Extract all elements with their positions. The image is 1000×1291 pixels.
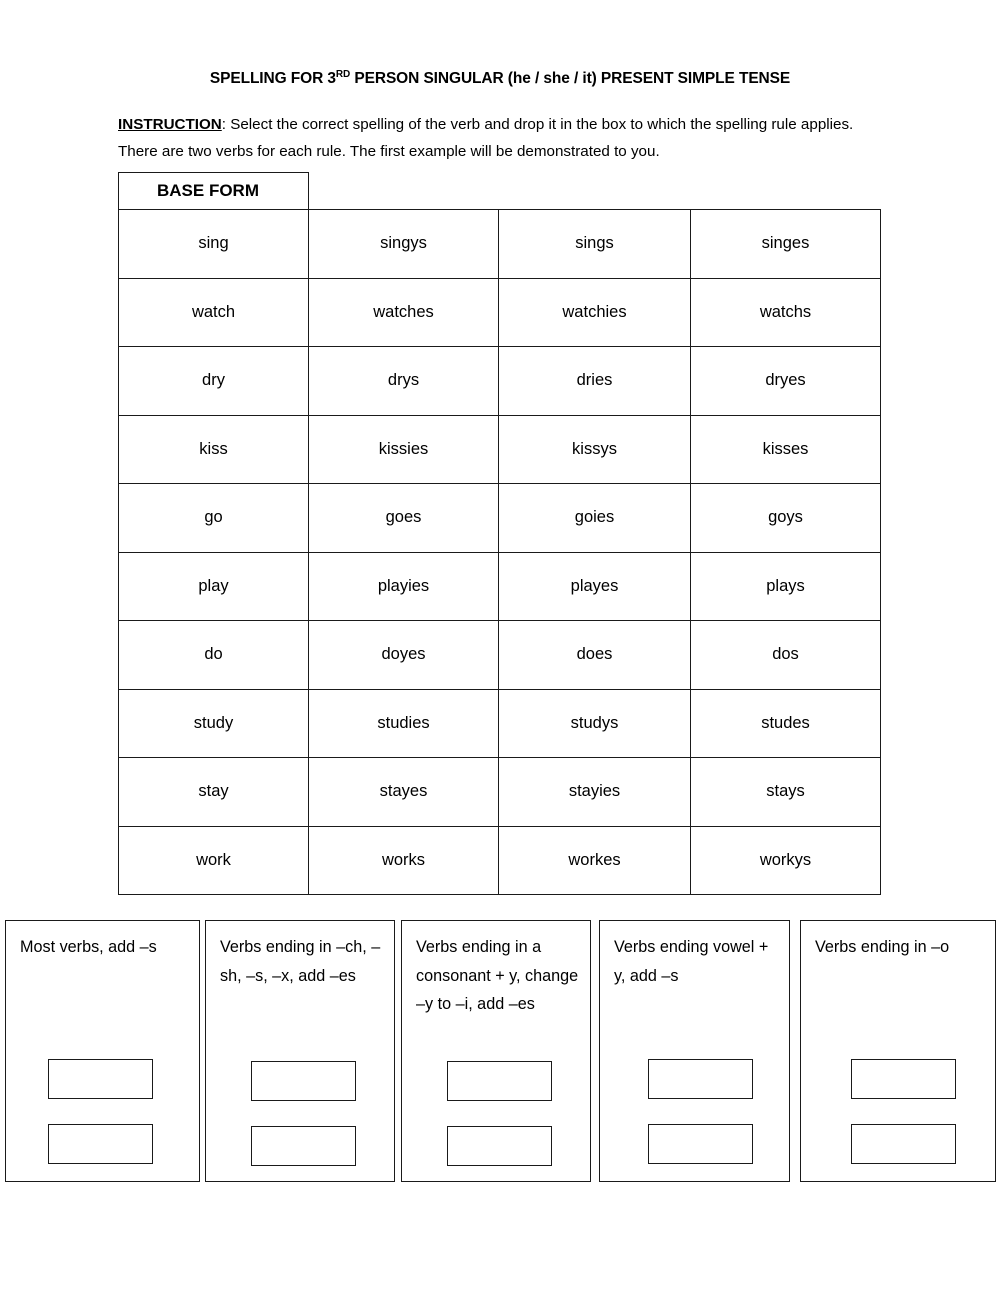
base-form-cell: study <box>118 688 309 758</box>
table-row: do doyes does dos <box>118 620 881 690</box>
drop-slot[interactable] <box>851 1124 956 1164</box>
base-form-cell: play <box>118 551 309 621</box>
option-cell[interactable]: dos <box>690 620 881 690</box>
option-cell[interactable]: workes <box>498 825 691 895</box>
option-cell[interactable]: doyes <box>308 620 499 690</box>
rule-boxes-row: Most verbs, add –s Verbs ending in –ch, … <box>0 920 1000 1184</box>
column-header-blank-1 <box>309 173 499 210</box>
option-cell[interactable]: goys <box>690 483 881 553</box>
table-row: stay stayes stayies stays <box>118 757 881 827</box>
table-row: study studies studys studes <box>118 688 881 758</box>
option-cell[interactable]: does <box>498 620 691 690</box>
option-cell[interactable]: singes <box>690 209 881 279</box>
option-cell[interactable]: watchies <box>498 277 691 347</box>
option-cell[interactable]: dryes <box>690 346 881 416</box>
instruction-text: : Select the correct spelling of the ver… <box>118 116 854 160</box>
table-row: dry drys dries dryes <box>118 346 881 416</box>
column-header-blank-3 <box>691 173 881 210</box>
rule-text: Verbs ending vowel + y, add –s <box>614 938 769 985</box>
rule-text: Verbs ending in a consonant + y, change … <box>416 938 579 1013</box>
instruction-paragraph: INSTRUCTION: Select the correct spelling… <box>118 111 870 165</box>
table-row: go goes goies goys <box>118 483 881 553</box>
rule-box-ch-sh-s-x[interactable]: Verbs ending in –ch, –sh, –s, –x, add –e… <box>205 920 395 1182</box>
table-row: sing singys sings singes <box>118 209 881 279</box>
option-cell[interactable]: goies <box>498 483 691 553</box>
option-cell[interactable]: sings <box>498 209 691 279</box>
option-cell[interactable]: watches <box>308 277 499 347</box>
option-cell[interactable]: drys <box>308 346 499 416</box>
table-row: watch watches watchies watchs <box>118 277 881 347</box>
option-cell[interactable]: studys <box>498 688 691 758</box>
option-cell[interactable]: goes <box>308 483 499 553</box>
base-form-cell: sing <box>118 209 309 279</box>
drop-slot[interactable] <box>851 1059 956 1099</box>
drop-slot[interactable] <box>48 1059 153 1099</box>
base-form-cell: go <box>118 483 309 553</box>
option-cell[interactable]: kisses <box>690 414 881 484</box>
option-cell[interactable]: playies <box>308 551 499 621</box>
page-title-superscript: RD <box>335 68 351 80</box>
instruction-label: INSTRUCTION <box>118 116 222 133</box>
page-title-suffix: PERSON SINGULAR (he / she / it) PRESENT … <box>350 70 791 87</box>
column-header-blank-2 <box>499 173 691 210</box>
rule-text: Most verbs, add –s <box>20 938 157 956</box>
drop-slot[interactable] <box>447 1061 552 1101</box>
verb-spelling-table: BASE FORM sing singys sings singes watch… <box>118 172 881 895</box>
option-cell[interactable]: stayes <box>308 757 499 827</box>
page-title-prefix: SPELLING FOR 3 <box>209 70 336 87</box>
page-title: SPELLING FOR 3RD PERSON SINGULAR (he / s… <box>0 68 1000 88</box>
option-cell[interactable]: watchs <box>690 277 881 347</box>
base-form-cell: do <box>118 620 309 690</box>
option-cell[interactable]: singys <box>308 209 499 279</box>
option-cell[interactable]: plays <box>690 551 881 621</box>
option-cell[interactable]: stayies <box>498 757 691 827</box>
drop-slot[interactable] <box>447 1126 552 1166</box>
option-cell[interactable]: studies <box>308 688 499 758</box>
table-header-row: BASE FORM <box>118 172 881 210</box>
option-cell[interactable]: works <box>308 825 499 895</box>
table-row: play playies playes plays <box>118 551 881 621</box>
drop-slot[interactable] <box>251 1126 356 1166</box>
rule-box-ending-o[interactable]: Verbs ending in –o <box>800 920 996 1182</box>
drop-slot[interactable] <box>648 1059 753 1099</box>
option-cell[interactable]: workys <box>690 825 881 895</box>
base-form-cell: kiss <box>118 414 309 484</box>
drop-slot[interactable] <box>251 1061 356 1101</box>
rule-text: Verbs ending in –o <box>815 938 950 956</box>
option-cell[interactable]: playes <box>498 551 691 621</box>
rule-box-consonant-y[interactable]: Verbs ending in a consonant + y, change … <box>401 920 591 1182</box>
rule-text: Verbs ending in –ch, –sh, –s, –x, add –e… <box>220 938 381 985</box>
base-form-cell: watch <box>118 277 309 347</box>
drop-slot[interactable] <box>48 1124 153 1164</box>
rule-box-vowel-y[interactable]: Verbs ending vowel + y, add –s <box>599 920 790 1182</box>
option-cell[interactable]: kissys <box>498 414 691 484</box>
option-cell[interactable]: dries <box>498 346 691 416</box>
base-form-cell: stay <box>118 757 309 827</box>
base-form-cell: work <box>118 825 309 895</box>
drop-slot[interactable] <box>648 1124 753 1164</box>
table-row: work works workes workys <box>118 825 881 895</box>
table-row: kiss kissies kissys kisses <box>118 414 881 484</box>
option-cell[interactable]: stays <box>690 757 881 827</box>
rule-box-most-verbs[interactable]: Most verbs, add –s <box>5 920 200 1182</box>
column-header-base-form: BASE FORM <box>118 172 309 210</box>
option-cell[interactable]: studes <box>690 688 881 758</box>
base-form-cell: dry <box>118 346 309 416</box>
option-cell[interactable]: kissies <box>308 414 499 484</box>
